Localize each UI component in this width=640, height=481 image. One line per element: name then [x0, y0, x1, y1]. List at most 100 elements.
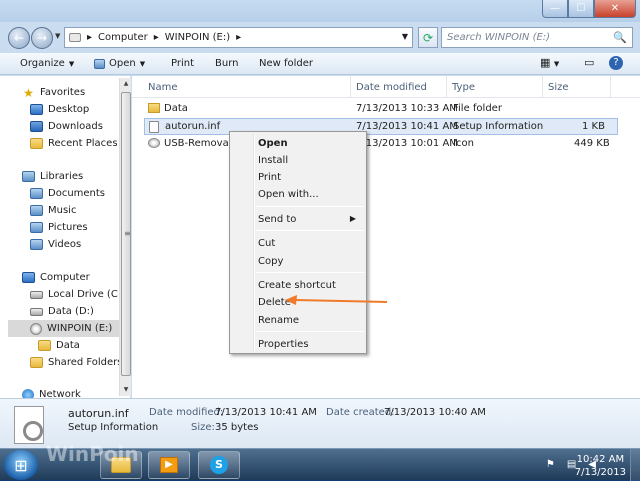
address-bar[interactable]: ▸ Computer ▸ WINPOIN (E:) ▸ ▼ — [64, 27, 413, 48]
menu-separator — [256, 331, 364, 332]
close-button[interactable]: ✕ — [594, 0, 636, 18]
shared-folder-icon — [30, 357, 43, 368]
setup-file-icon — [149, 121, 159, 133]
clock[interactable]: 10:42 AM 7/13/2013 — [575, 453, 626, 479]
file-date: 7/13/2013 10:01 AM — [356, 138, 458, 149]
sidebar-item-videos[interactable]: Videos — [30, 236, 81, 253]
scroll-up-icon[interactable]: ▲ — [121, 78, 131, 90]
sidebar-item-data-folder[interactable]: Data — [38, 337, 80, 354]
show-desktop-button[interactable] — [630, 449, 640, 481]
sidebar-computer[interactable]: Computer — [22, 269, 90, 286]
file-name: USB-Removabl — [164, 138, 238, 149]
file-type: File folder — [453, 103, 502, 114]
sidebar-item-label: Music — [48, 205, 77, 216]
sidebar-item-data-d[interactable]: Data (D:) — [30, 303, 94, 320]
clock-date: 7/13/2013 — [574, 467, 626, 478]
sidebar-item-label: Downloads — [48, 121, 103, 132]
menu-item-send-to[interactable]: Send to ▶ — [232, 211, 364, 228]
search-icon[interactable]: 🔍 — [613, 31, 627, 44]
sidebar-item-recent-places[interactable]: Recent Places — [30, 135, 118, 152]
sidebar-item-desktop[interactable]: Desktop — [30, 101, 89, 118]
column-date-modified[interactable]: Date modified — [356, 82, 427, 93]
column-name[interactable]: Name — [148, 82, 178, 93]
scrollbar-thumb[interactable]: ≡ — [121, 92, 131, 376]
menu-item-properties[interactable]: Properties — [232, 336, 364, 353]
menu-item-copy[interactable]: Copy — [232, 253, 364, 270]
menu-item-rename[interactable]: Rename — [232, 312, 364, 329]
back-button[interactable]: ← — [8, 27, 30, 49]
flag-icon[interactable]: ⚑ — [546, 459, 555, 470]
view-options-icon[interactable]: ▦ ▼ — [540, 56, 559, 69]
menu-item-cut[interactable]: Cut — [232, 235, 364, 252]
file-row-usb-removable[interactable]: USB-Removabl 7/13/2013 10:01 AM Icon 449… — [144, 136, 640, 153]
sidebar-item-pictures[interactable]: Pictures — [30, 219, 88, 236]
breadcrumb-separator[interactable]: ▸ — [154, 32, 159, 43]
sidebar-item-label: Recent Places — [48, 138, 118, 149]
organize-button[interactable]: Organize ▼ — [20, 58, 74, 69]
sidebar-item-label: Data — [56, 340, 80, 351]
menu-item-print[interactable]: Print — [232, 169, 364, 186]
navigation-bar: ← → ▼ ▸ Computer ▸ WINPOIN (E:) ▸ ▼ ⟳ Se… — [0, 22, 640, 52]
sidebar-item-label: WINPOIN (E:) — [47, 323, 113, 334]
folder-icon — [38, 340, 51, 351]
burn-button[interactable]: Burn — [215, 58, 238, 69]
print-button[interactable]: Print — [171, 58, 194, 69]
file-name: Data — [164, 103, 188, 114]
skype-icon: S — [210, 456, 228, 474]
refresh-button[interactable]: ⟳ — [418, 27, 438, 48]
scroll-down-icon[interactable]: ▼ — [121, 384, 131, 396]
sidebar-scrollbar[interactable]: ▲ ≡ ▼ — [119, 78, 131, 396]
documents-icon — [30, 188, 43, 199]
sidebar-item-label: Pictures — [48, 222, 88, 233]
open-button[interactable]: Open ▼ — [94, 58, 145, 69]
sidebar-network[interactable]: Network — [22, 386, 81, 398]
start-button[interactable]: ⊞ — [4, 450, 38, 480]
breadcrumb-computer[interactable]: Computer — [98, 32, 148, 43]
file-size: 449 KB — [574, 138, 610, 149]
forward-button[interactable]: → — [31, 27, 53, 49]
taskbar-skype-button[interactable]: S — [198, 451, 240, 479]
sidebar-favorites[interactable]: ★ Favorites — [22, 84, 85, 101]
menu-item-install[interactable]: Install — [232, 152, 364, 169]
minimize-button[interactable]: — — [542, 0, 568, 18]
details-pane: autorun.inf Setup Information Date modif… — [0, 398, 640, 448]
taskbar-media-player-button[interactable]: ▶ — [148, 451, 190, 479]
file-row-autorun[interactable]: autorun.inf 7/13/2013 10:41 AM Setup Inf… — [144, 118, 618, 135]
new-folder-label: New folder — [259, 58, 314, 69]
breadcrumb-separator[interactable]: ▸ — [236, 32, 241, 43]
new-folder-button[interactable]: New folder — [259, 58, 313, 69]
search-input[interactable]: Search WINPOIN (E:) 🔍 — [441, 27, 633, 48]
column-type[interactable]: Type — [452, 82, 475, 93]
sidebar-item-winpoin-e[interactable]: WINPOIN (E:) — [8, 320, 120, 337]
sidebar-item-downloads[interactable]: Downloads — [30, 118, 103, 135]
preview-pane-icon[interactable]: ▭ — [584, 56, 594, 69]
details-modified-value: 7/13/2013 10:41 AM — [215, 407, 317, 418]
submenu-arrow-icon: ▶ — [349, 214, 356, 223]
address-dropdown-icon[interactable]: ▼ — [402, 32, 408, 41]
details-modified-label: Date modified: — [149, 407, 224, 418]
breadcrumb-winpoin[interactable]: WINPOIN (E:) — [165, 32, 230, 43]
sidebar-item-local-drive-c[interactable]: Local Drive (C:) — [30, 286, 125, 303]
menu-item-open[interactable]: Open — [232, 135, 364, 152]
sidebar-section-label: Libraries — [40, 171, 84, 182]
watermark: WinPoin — [46, 442, 139, 466]
clock-time: 10:42 AM — [576, 454, 625, 465]
folder-icon — [148, 103, 160, 113]
sidebar-item-label: Documents — [48, 188, 106, 199]
menu-separator — [256, 272, 364, 273]
sidebar-item-shared-folders[interactable]: Shared Folders (\ — [30, 354, 130, 371]
menu-item-open-with[interactable]: Open with... — [232, 186, 364, 203]
maximize-button[interactable]: ☐ — [568, 0, 594, 18]
sidebar-item-documents[interactable]: Documents — [30, 185, 105, 202]
sidebar-item-music[interactable]: Music — [30, 202, 76, 219]
sidebar-item-label: Videos — [48, 239, 82, 250]
file-row-data[interactable]: Data 7/13/2013 10:33 AM File folder — [144, 101, 640, 118]
sidebar-section-label: Computer — [40, 272, 90, 283]
file-type: Icon — [453, 138, 474, 149]
column-size[interactable]: Size — [548, 82, 569, 93]
help-icon[interactable]: ? — [609, 56, 623, 70]
sidebar-libraries[interactable]: Libraries — [22, 168, 83, 185]
recent-pages-dropdown-icon[interactable]: ▼ — [55, 32, 60, 40]
network-icon — [22, 388, 34, 398]
computer-icon — [22, 272, 35, 283]
